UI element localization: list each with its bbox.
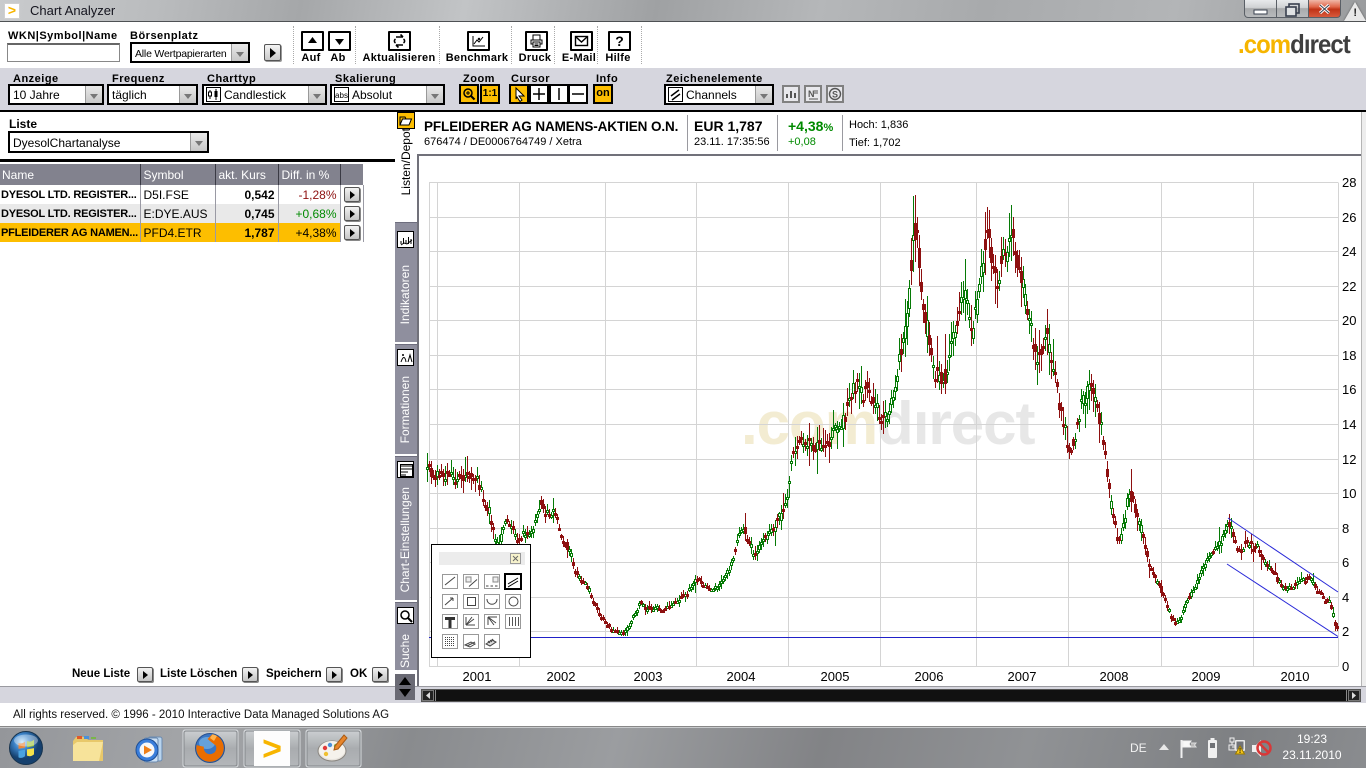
svg-text:2008: 2008	[1100, 669, 1129, 684]
svg-text:2007: 2007	[1008, 669, 1037, 684]
svg-text:2009: 2009	[1192, 669, 1221, 684]
svg-text:12: 12	[1342, 452, 1356, 467]
svg-text:23.11.2010: 23.11.2010	[1282, 748, 1341, 762]
svg-text:22: 22	[1342, 279, 1356, 294]
svg-text:0: 0	[1342, 659, 1349, 674]
svg-text:2005: 2005	[821, 669, 850, 684]
svg-text:!: !	[1239, 748, 1241, 755]
svg-text:4: 4	[1342, 590, 1349, 605]
svg-text:26: 26	[1342, 210, 1356, 225]
svg-text:DE: DE	[1130, 741, 1147, 755]
svg-text:16: 16	[1342, 382, 1356, 397]
svg-text:S: S	[832, 90, 838, 100]
svg-text:abs: abs	[335, 91, 348, 100]
svg-text:10: 10	[1342, 486, 1356, 501]
svg-text:24: 24	[1342, 244, 1356, 259]
svg-text:18: 18	[1342, 348, 1356, 363]
svg-text:20: 20	[1342, 313, 1356, 328]
svg-text:2004: 2004	[727, 669, 756, 684]
svg-text:2006: 2006	[915, 669, 944, 684]
svg-text:6: 6	[1342, 555, 1349, 570]
svg-text:8: 8	[1342, 521, 1349, 536]
svg-text:2003: 2003	[634, 669, 663, 684]
svg-text:14: 14	[1342, 417, 1356, 432]
svg-text:?: ?	[615, 33, 624, 49]
svg-text:2010: 2010	[1281, 669, 1310, 684]
svg-text:2001: 2001	[463, 669, 492, 684]
svg-text:28: 28	[1342, 175, 1356, 190]
svg-text:.comdırect: .comdırect	[741, 390, 1035, 457]
svg-text:19:23: 19:23	[1297, 732, 1327, 746]
svg-text:2002: 2002	[547, 669, 576, 684]
svg-text:>: >	[262, 730, 282, 768]
svg-text:2: 2	[1342, 624, 1349, 639]
svg-text:N: N	[808, 89, 815, 99]
